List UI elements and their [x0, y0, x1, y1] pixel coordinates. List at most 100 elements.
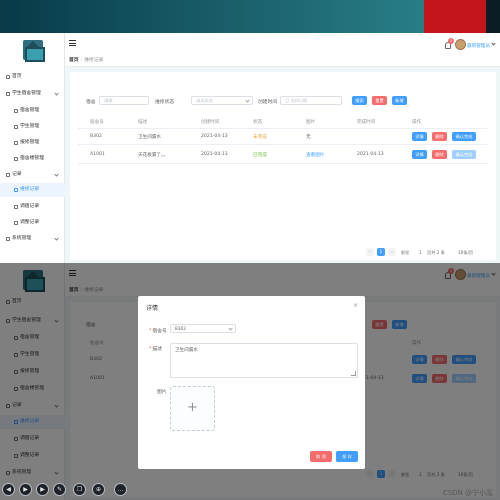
goto-input[interactable]: 1: [419, 250, 422, 255]
sidebar-item-system[interactable]: 系统管理: [0, 232, 65, 246]
chevron-down-icon: [54, 172, 59, 177]
copy-icon[interactable]: ❐: [73, 483, 86, 496]
col-header-status: 状态: [253, 120, 263, 125]
document-icon: [6, 173, 10, 177]
detail-button[interactable]: 详情: [412, 132, 427, 141]
delete-button[interactable]: 删除: [432, 132, 447, 141]
sidebar-item-repair[interactable]: 报修管理: [0, 136, 65, 150]
sidebar-item-repair-records[interactable]: 维修记录: [0, 183, 65, 197]
dorm-field-label: *宿舍号: [149, 329, 167, 334]
logo: [23, 40, 45, 62]
goto-label: 前往: [401, 250, 410, 255]
date-picker[interactable]: 日 选择日期: [280, 96, 342, 105]
sidebar-item-dorm[interactable]: 宿舍管理: [0, 104, 65, 118]
cell-image: 无: [306, 135, 311, 140]
save-button[interactable]: 保 存: [336, 451, 358, 462]
play-icon[interactable]: ▶: [19, 483, 32, 496]
pen-icon: [14, 205, 18, 209]
col-header-image: 图片: [306, 120, 316, 125]
cell-status: 已完成: [253, 153, 267, 158]
col-header-ops: 操作: [412, 120, 422, 125]
breadcrumb-current: 维修记录: [84, 58, 104, 63]
sidebar-item-adjust-records[interactable]: 调整记录: [0, 216, 65, 230]
page-size-select[interactable]: 10条/页: [458, 250, 473, 256]
plus-icon: +: [187, 400, 198, 415]
dorm-label: 宿舍: [86, 100, 96, 105]
avatar[interactable]: [455, 39, 466, 50]
page-1-button[interactable]: 1: [377, 248, 385, 256]
sidebar-item-transfer-records[interactable]: 调宿记录: [0, 200, 65, 214]
zoom-icon[interactable]: ⊕: [92, 483, 105, 496]
chevron-down-icon: [54, 91, 59, 96]
confirm-button-disabled: 确认完成: [452, 150, 476, 159]
cell-desc: 卫生间漏水: [138, 135, 161, 140]
breadcrumb: 首页/维修记录: [69, 58, 104, 63]
grid-icon: [14, 157, 18, 161]
cell-done: 2021-04-13: [357, 152, 384, 157]
wrench-icon: [14, 141, 18, 145]
col-header-dorm: 宿舍号: [90, 120, 104, 125]
home-icon: [6, 75, 10, 79]
user-icon: [14, 125, 18, 129]
viewer-toolbar: ◀ ▶ ▶ ✎ ❐ ⊕ …: [0, 480, 500, 500]
building-icon: [14, 109, 18, 113]
gear-icon: [6, 92, 10, 96]
cell-dorm: B302: [90, 134, 102, 139]
add-button[interactable]: 新增: [392, 96, 407, 105]
banner-red-block: [424, 0, 486, 33]
dialog-title: 详情: [146, 305, 159, 312]
banner-dark-block: [486, 0, 500, 33]
sidebar-item-home[interactable]: 首页: [0, 70, 65, 84]
app-window-list: 首页 学生宿舍管理 宿舍管理 学生管理 报修管理 宿舍楼管理 记录 维修记录 调…: [0, 33, 500, 263]
image-upload[interactable]: +: [170, 386, 215, 431]
status-label: 维修状态: [155, 100, 175, 105]
desc-textarea[interactable]: 卫生间漏水: [170, 343, 358, 378]
edit-icon: [14, 221, 18, 225]
divider: [78, 128, 488, 129]
close-icon[interactable]: ×: [353, 302, 358, 309]
app-window-dialog: 首页 学生宿舍管理 宿舍管理 学生管理 报修管理 宿舍楼管理 记录 维修记录 调…: [0, 263, 500, 500]
chevron-down-icon: [54, 236, 59, 241]
divider: [78, 144, 488, 145]
confirm-button[interactable]: 确认完成: [452, 132, 476, 141]
dorm-select[interactable]: B302: [170, 324, 236, 333]
time-label: 创建时间: [258, 100, 278, 105]
cell-desc: 天花板漏了。。: [138, 153, 168, 158]
cancel-button[interactable]: 取 消: [310, 451, 332, 462]
desc-field-label: *描述: [149, 347, 163, 352]
arrow-left-icon[interactable]: ◀: [2, 483, 15, 496]
cell-created: 2021-04-13: [201, 152, 228, 157]
divider: [78, 163, 488, 164]
menu-toggle-icon[interactable]: [69, 40, 76, 46]
detail-dialog: 详情 × *宿舍号 B302 *描述 卫生间漏水 图片 + 取 消 保 存: [138, 296, 365, 469]
notification-badge: 5: [448, 38, 454, 44]
cell-created: 2021-04-13: [201, 134, 228, 139]
detail-button[interactable]: 详情: [412, 150, 427, 159]
dorm-search-input[interactable]: 请输: [99, 96, 149, 105]
username[interactable]: 最新管理员: [467, 42, 495, 49]
image-field-label: 图片: [157, 390, 167, 395]
status-select[interactable]: 请选状态: [191, 96, 253, 105]
more-icon[interactable]: …: [114, 483, 127, 496]
sidebar-item-student[interactable]: 学生管理: [0, 120, 65, 134]
col-header-created: 创建时间: [201, 120, 220, 125]
top-navbar: 首页/维修记录 5 最新管理员: [65, 33, 500, 67]
cell-status: 未完成: [253, 135, 267, 140]
total-count: 页共 2 条: [427, 250, 445, 255]
document-icon: [14, 188, 18, 192]
sidebar-item-building[interactable]: 宿舍楼管理: [0, 152, 65, 166]
sidebar-item-dorm-mgmt[interactable]: 学生宿舍管理: [0, 87, 65, 101]
prev-page-button[interactable]: <: [366, 248, 374, 256]
view-image-link[interactable]: 查看图片: [306, 152, 324, 158]
cell-dorm: A1001: [90, 152, 105, 157]
main-content: 宿舍 请输 维修状态 请选状态 创建时间 日 选择日期 搜索 重置 新增 宿舍号…: [65, 67, 500, 263]
sidebar-item-records[interactable]: 记录: [0, 168, 65, 182]
search-button[interactable]: 搜索: [352, 96, 367, 105]
arrow-right-icon[interactable]: ▶: [36, 483, 49, 496]
delete-button[interactable]: 删除: [432, 150, 447, 159]
reset-button[interactable]: 重置: [372, 96, 387, 105]
col-header-done: 完成时间: [357, 120, 376, 125]
pen-icon[interactable]: ✎: [53, 483, 66, 496]
breadcrumb-home[interactable]: 首页: [69, 58, 79, 63]
next-page-button[interactable]: >: [388, 248, 396, 256]
